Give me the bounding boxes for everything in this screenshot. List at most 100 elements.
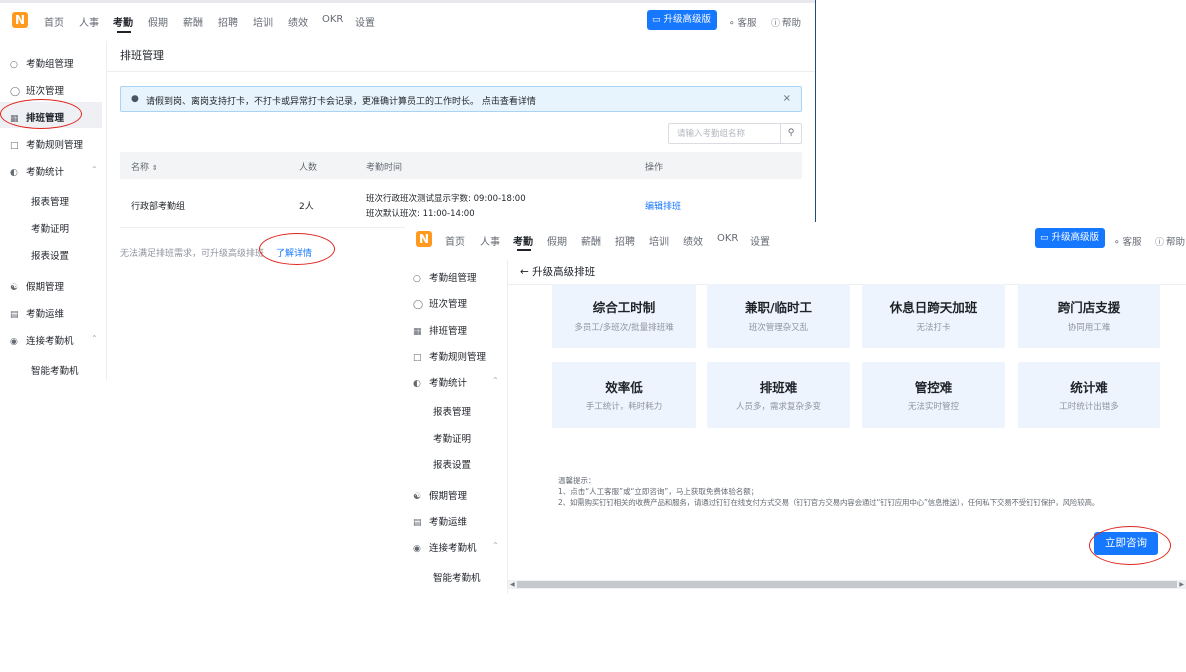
card-title: 跨门店支援 — [1057, 300, 1121, 315]
nav-leave[interactable]: 假期 — [547, 233, 567, 248]
arrow-left-icon[interactable]: ← — [520, 266, 529, 278]
nav-attendance[interactable]: 考勤 — [513, 233, 533, 248]
row-time-line1: 班次行政班次测试显示字数: 09:00-18:00 — [366, 194, 526, 204]
notice-text[interactable]: 请假到岗、离岗支持打卡，不打卡或异常打卡会记录，更准确计算员工的工作时长。 点击… — [146, 94, 536, 107]
sidebar-item-report-settings[interactable]: 报表设置 — [31, 248, 69, 262]
annotation-circle — [259, 233, 335, 265]
horizontal-scrollbar[interactable]: ◀ ▶ — [508, 580, 1186, 589]
sidebar-item-shift[interactable]: ◯ 班次管理 — [10, 83, 64, 97]
chevron-up-icon[interactable]: ⌃ — [91, 165, 98, 174]
sidebar-item-shift[interactable]: ◯ 班次管理 — [413, 296, 467, 310]
service-label: 客服 — [737, 18, 757, 29]
nav-salary[interactable]: 薪酬 — [581, 233, 601, 248]
nav-hr[interactable]: 人事 — [79, 14, 99, 29]
sidebar-item-label: 连接考勤机 — [429, 543, 477, 554]
sidebar-item-holiday[interactable]: ☯ 假期管理 — [413, 488, 467, 502]
sidebar-item-report-settings[interactable]: 报表设置 — [433, 457, 471, 471]
sidebar-item-smart-device[interactable]: 智能考勤机 — [433, 570, 481, 584]
chevron-up-icon[interactable]: ⌃ — [492, 376, 499, 385]
nav-active-underline — [517, 249, 531, 251]
sidebar-item-label: 考勤组管理 — [429, 273, 477, 284]
nav-training[interactable]: 培训 — [253, 14, 273, 29]
app-logo[interactable]: N — [416, 231, 432, 247]
nav-salary[interactable]: 薪酬 — [183, 14, 203, 29]
back-title[interactable]: ← 升级高级排班 — [520, 264, 595, 279]
sidebar-item-statistics[interactable]: ◐ 考勤统计 — [10, 164, 64, 178]
sidebar-item-device[interactable]: ◉ 连接考勤机 — [413, 540, 477, 554]
nav-home[interactable]: 首页 — [445, 233, 465, 248]
sidebar-item-report[interactable]: 报表管理 — [31, 194, 69, 208]
scrollbar-thumb[interactable] — [517, 581, 1177, 588]
row-count: 2人 — [299, 202, 314, 212]
nav-okr[interactable]: OKR — [322, 14, 343, 25]
card-subtitle: 手工统计，耗时耗力 — [585, 402, 663, 412]
holiday-icon: ☯ — [413, 492, 422, 502]
nav-recruit[interactable]: 招聘 — [218, 14, 238, 29]
edit-schedule-link[interactable]: 编辑排班 — [645, 199, 681, 212]
sidebar-item-label: 考勤规则管理 — [26, 140, 84, 151]
headset-icon: ⚬ — [1113, 238, 1121, 248]
search-icon[interactable]: ⚲ — [780, 124, 801, 143]
nav-performance[interactable]: 绩效 — [288, 14, 308, 29]
rules-icon: □ — [10, 141, 19, 151]
scroll-left-icon[interactable]: ◀ — [510, 580, 515, 589]
column-header-name[interactable]: 名称 ⇕ — [131, 160, 158, 173]
sidebar-item-label: 连接考勤机 — [26, 336, 74, 347]
service-link[interactable]: ⚬ 客服 — [1113, 234, 1142, 248]
users-icon: ◯ — [10, 87, 21, 97]
window-edge — [815, 0, 816, 222]
sidebar-item-certificate[interactable]: 考勤证明 — [31, 221, 69, 235]
nav-home[interactable]: 首页 — [44, 14, 64, 29]
sidebar-item-label: 考勤组管理 — [26, 59, 74, 70]
search-input[interactable] — [669, 124, 781, 143]
device-icon: ◉ — [10, 337, 18, 347]
nav-okr[interactable]: OKR — [717, 233, 738, 244]
app-logo[interactable]: N — [12, 12, 28, 28]
monitor-icon: ▤ — [10, 310, 19, 320]
nav-attendance[interactable]: 考勤 — [113, 14, 133, 29]
nav-leave[interactable]: 假期 — [148, 14, 168, 29]
top-nav: N 首页 人事 考勤 假期 薪酬 招聘 培训 绩效 OKR 设置 ▭ 升级高级版 … — [405, 222, 1186, 260]
upgrade-window: N 首页 人事 考勤 假期 薪酬 招聘 培训 绩效 OKR 设置 ▭ 升级高级版 … — [405, 222, 1186, 594]
feature-card: 统计难 工时统计出错多 — [1018, 362, 1160, 428]
sidebar-item-ops[interactable]: ▤ 考勤运维 — [413, 514, 467, 528]
scroll-right-icon[interactable]: ▶ — [1179, 580, 1184, 589]
nav-hr[interactable]: 人事 — [480, 233, 500, 248]
sidebar-item-attendance-group[interactable]: ○ 考勤组管理 — [413, 270, 477, 284]
help-link[interactable]: ⓘ 帮助 — [1155, 234, 1185, 248]
sidebar-item-smart-device[interactable]: 智能考勤机 — [31, 363, 79, 377]
sidebar-divider — [507, 260, 508, 594]
sidebar-item-ops[interactable]: ▤ 考勤运维 — [10, 306, 64, 320]
users-icon: ◯ — [413, 300, 424, 310]
sidebar-item-holiday[interactable]: ☯ 假期管理 — [10, 279, 64, 293]
sidebar-item-rules[interactable]: □ 考勤规则管理 — [10, 137, 83, 151]
nav-recruit[interactable]: 招聘 — [615, 233, 635, 248]
nav-performance[interactable]: 绩效 — [683, 233, 703, 248]
sidebar-item-certificate[interactable]: 考勤证明 — [433, 431, 471, 445]
service-link[interactable]: ⚬ 客服 — [728, 15, 757, 29]
sidebar-item-attendance-group[interactable]: ○ 考勤组管理 — [10, 56, 74, 70]
close-icon[interactable]: × — [783, 93, 791, 104]
upgrade-button[interactable]: ▭ 升级高级版 — [647, 10, 718, 30]
card-subtitle: 人员多，需求复杂多变 — [735, 402, 821, 412]
upgrade-button-label: 升级高级版 — [663, 14, 712, 25]
nav-settings[interactable]: 设置 — [750, 233, 770, 248]
card-title: 综合工时制 — [592, 300, 656, 315]
page-title: 升级高级排班 — [532, 266, 596, 278]
nav-training[interactable]: 培训 — [649, 233, 669, 248]
chevron-up-icon[interactable]: ⌃ — [91, 334, 98, 343]
nav-active-underline — [117, 31, 131, 33]
card-title: 兼职/临时工 — [744, 300, 813, 315]
sidebar-item-rules[interactable]: □ 考勤规则管理 — [413, 349, 486, 363]
sidebar-item-schedule[interactable]: ▦ 排班管理 — [413, 323, 467, 337]
nav-settings[interactable]: 设置 — [355, 14, 375, 29]
sidebar-item-device[interactable]: ◉ 连接考勤机 — [10, 333, 74, 347]
chevron-up-icon[interactable]: ⌃ — [492, 541, 499, 550]
sidebar-item-report[interactable]: 报表管理 — [433, 404, 471, 418]
help-label: 帮助 — [1166, 237, 1186, 248]
gift-icon: ▭ — [1040, 233, 1049, 243]
upgrade-button[interactable]: ▭ 升级高级版 — [1035, 228, 1106, 248]
sidebar-item-statistics[interactable]: ◐ 考勤统计 — [413, 375, 467, 389]
help-link[interactable]: ⓘ 帮助 — [771, 15, 801, 29]
user-icon: ○ — [10, 60, 18, 70]
